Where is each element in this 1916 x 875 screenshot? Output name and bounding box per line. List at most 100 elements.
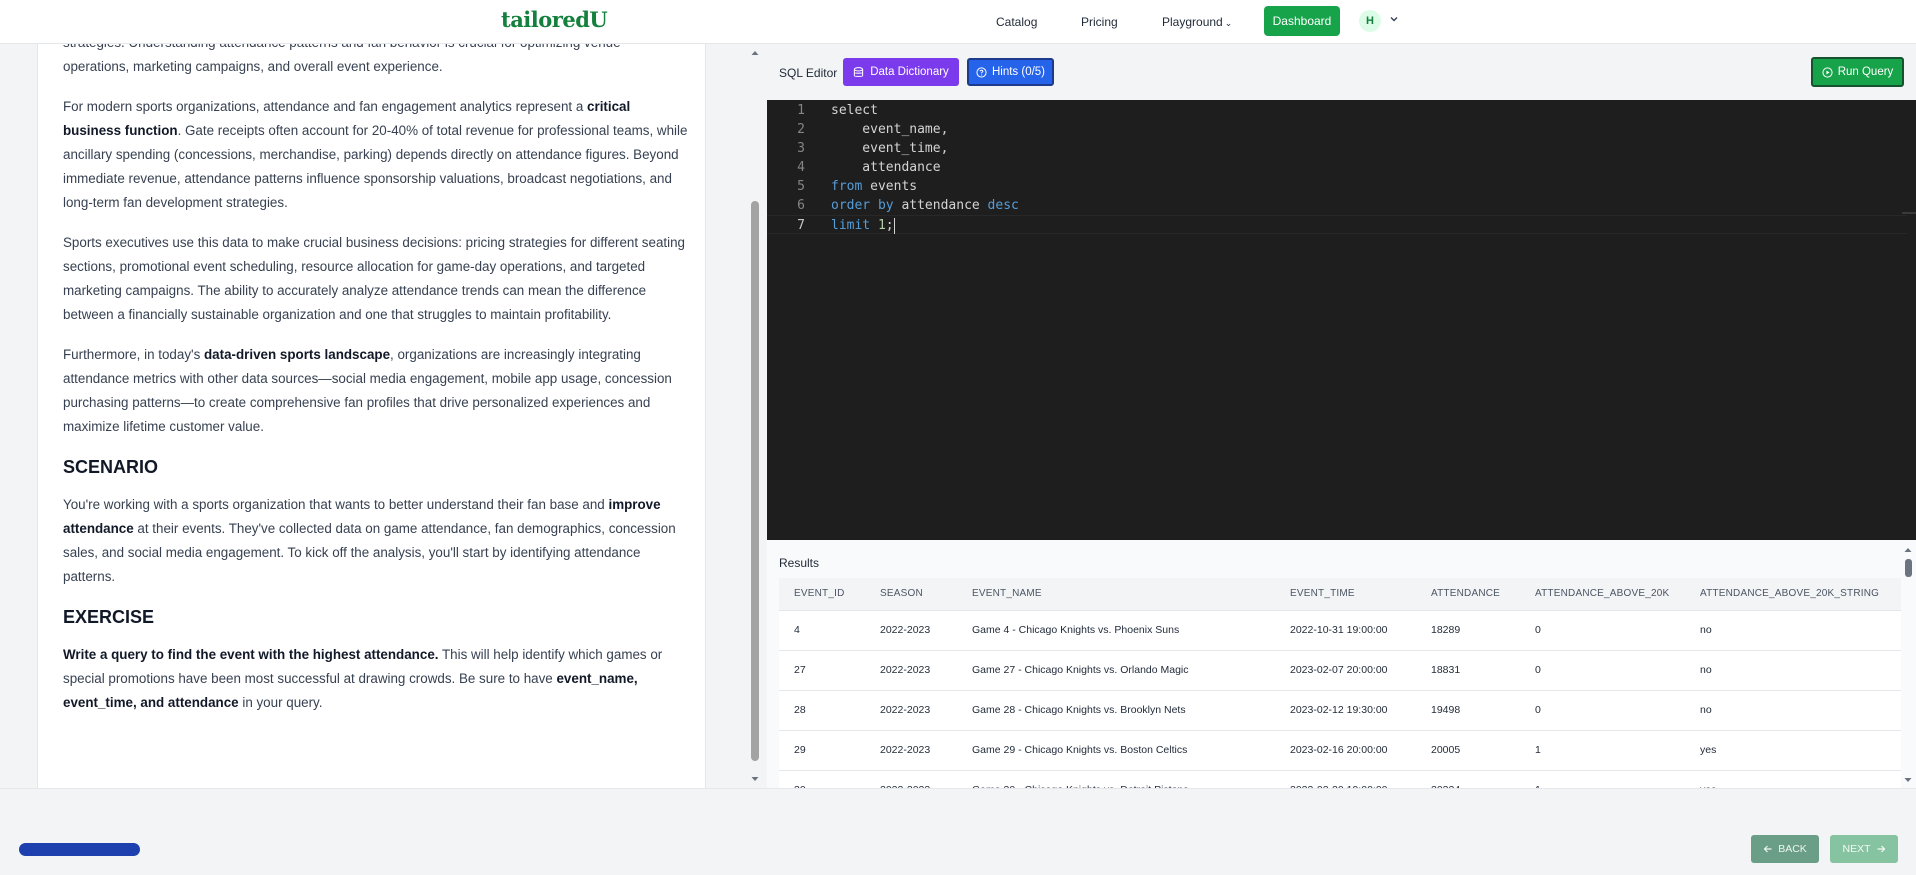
lesson-scrollbar[interactable] [748, 46, 762, 786]
back-label: BACK [1778, 843, 1807, 855]
results-table: EVENT_ID SEASON EVENT_NAME EVENT_TIME AT… [779, 578, 1901, 788]
table-cell: 2022-2023 [865, 690, 957, 731]
lesson-paragraph: Furthermore, in today's data-driven spor… [63, 343, 688, 439]
table-cell: 30 [779, 770, 865, 788]
code-text: from events [831, 177, 917, 196]
table-cell: 1 [1520, 770, 1685, 788]
text-cursor [893, 217, 895, 234]
arrow-right-icon [1877, 845, 1885, 853]
code-line: 5 from events [767, 177, 1907, 196]
table-cell: 27 [779, 650, 865, 691]
table-cell: Game 28 - Chicago Knights vs. Brooklyn N… [957, 690, 1275, 731]
code-line: 2 event_name, [767, 120, 1907, 139]
arrow-left-icon [1763, 845, 1772, 853]
table-cell: Game 30 - Chicago Knights vs. Detroit Pi… [957, 770, 1275, 788]
table-cell: 18289 [1416, 610, 1520, 651]
table-cell: 19498 [1416, 690, 1520, 731]
column-header[interactable]: EVENT_TIME [1275, 578, 1416, 611]
text: in your query. [238, 695, 323, 710]
scroll-down-icon[interactable] [750, 774, 760, 784]
back-button[interactable]: BACK [1751, 835, 1819, 863]
nav-playground[interactable]: Playground ⌄ [1162, 15, 1232, 29]
scroll-down-icon[interactable] [1903, 775, 1913, 785]
code-text: order by attendance desc [831, 196, 1019, 215]
line-number: 7 [797, 218, 805, 233]
data-dictionary-label: Data Dictionary [870, 66, 949, 78]
table-cell: 2022-2023 [865, 610, 957, 651]
lesson-paragraph: strategies. Understanding attendance pat… [63, 44, 621, 74]
editor-toolbar: SQL Editor Data Dictionary Hints (0/5) R… [767, 44, 1916, 100]
column-header[interactable]: EVENT_NAME [957, 578, 1275, 611]
chevron-down-icon[interactable] [1389, 14, 1399, 24]
keyword: order by [831, 198, 894, 213]
text: You're working with a sports organizatio… [63, 497, 609, 512]
table-row: 28 2022-2023 Game 28 - Chicago Knights v… [779, 690, 1901, 731]
code-line: 1 select [767, 101, 1907, 120]
column-header[interactable]: SEASON [865, 578, 957, 611]
scroll-up-icon[interactable] [750, 48, 760, 58]
table-cell: 2023-02-16 20:00:00 [1275, 730, 1416, 771]
hints-label: Hints (0/5) [991, 66, 1046, 78]
table-header-row: EVENT_ID SEASON EVENT_NAME EVENT_TIME AT… [779, 578, 1901, 611]
code-line: 3 event_time, [767, 139, 1907, 158]
scroll-up-icon[interactable] [1903, 545, 1913, 555]
table-cell: no [1685, 610, 1901, 651]
scenario-heading: SCENARIO [63, 457, 159, 477]
table-cell: Game 4 - Chicago Knights vs. Phoenix Sun… [957, 610, 1275, 651]
table-row: 4 2022-2023 Game 4 - Chicago Knights vs.… [779, 610, 1901, 651]
table-cell: 0 [1520, 610, 1685, 651]
results-table-wrapper: EVENT_ID SEASON EVENT_NAME EVENT_TIME AT… [779, 578, 1901, 788]
emphasis: data-driven sports landscape [203, 347, 391, 362]
code-text: event_name, [831, 122, 949, 137]
table-cell: 29 [779, 730, 865, 771]
code-text: event_time, [831, 141, 949, 156]
table-cell: 2022-2023 [865, 650, 957, 691]
nav-pricing[interactable]: Pricing [1081, 15, 1118, 29]
line-number: 3 [797, 141, 805, 156]
run-query-button[interactable]: Run Query [1811, 57, 1904, 87]
scrollbar-thumb[interactable] [751, 201, 759, 761]
table-cell: Game 29 - Chicago Knights vs. Boston Cel… [957, 730, 1275, 771]
column-header[interactable]: ATTENDANCE [1416, 578, 1520, 611]
table-cell: 2023-02-20 19:00:00 [1275, 770, 1416, 788]
dashboard-button[interactable]: Dashboard [1264, 6, 1340, 36]
column-header[interactable]: EVENT_ID [779, 578, 865, 611]
identifier: attendance [893, 198, 988, 213]
scrollbar-thumb[interactable] [1905, 559, 1912, 577]
column-header[interactable]: ATTENDANCE_ABOVE_20K [1520, 578, 1685, 611]
avatar[interactable]: H [1359, 10, 1381, 32]
bottom-bar: BACK NEXT [0, 788, 1916, 875]
code-text: attendance [831, 160, 941, 175]
table-row: 29 2022-2023 Game 29 - Chicago Knights v… [779, 730, 1901, 771]
chevron-down-icon: ⌄ [1224, 18, 1233, 28]
data-dictionary-button[interactable]: Data Dictionary [843, 58, 959, 86]
play-circle-icon [1822, 66, 1833, 78]
run-query-label: Run Query [1837, 66, 1894, 78]
next-label: NEXT [1842, 843, 1871, 855]
column-header[interactable]: ATTENDANCE_ABOVE_20K_STRING [1685, 578, 1901, 611]
code-line: 6 order by attendance desc [767, 196, 1907, 215]
table-cell: 28 [779, 690, 865, 731]
nav-catalog[interactable]: Catalog [996, 15, 1037, 29]
table-cell: 2023-02-12 19:30:00 [1275, 690, 1416, 731]
table-cell: Game 27 - Chicago Knights vs. Orlando Ma… [957, 650, 1275, 691]
top-navbar: tailoredU Catalog Pricing Playground ⌄ Da… [0, 0, 1916, 44]
lesson-paragraph: You're working with a sports organizatio… [63, 493, 688, 589]
hints-button[interactable]: Hints (0/5) [967, 58, 1054, 86]
results-scrollbar[interactable] [1902, 545, 1914, 785]
logo[interactable]: tailoredU [501, 7, 608, 32]
number-literal: 1 [870, 218, 886, 233]
lesson-panel: strategies. Understanding attendance pat… [37, 44, 706, 788]
table-cell: 20324 [1416, 770, 1520, 788]
table-cell: 2022-10-31 19:00:00 [1275, 610, 1416, 651]
exercise-paragraph: Write a query to find the event with the… [63, 643, 688, 715]
sql-code-editor[interactable]: 1 select 2 event_name, 3 event_time, 4 at… [767, 100, 1916, 540]
keyword: limit [831, 218, 871, 233]
table-cell: 18831 [1416, 650, 1520, 691]
table-cell: no [1685, 690, 1901, 731]
next-button[interactable]: NEXT [1830, 835, 1898, 863]
table-cell: 20005 [1416, 730, 1520, 771]
minimap-marker [1902, 212, 1916, 214]
line-number: 6 [797, 198, 805, 213]
table-cell: 2023-02-07 20:00:00 [1275, 650, 1416, 691]
